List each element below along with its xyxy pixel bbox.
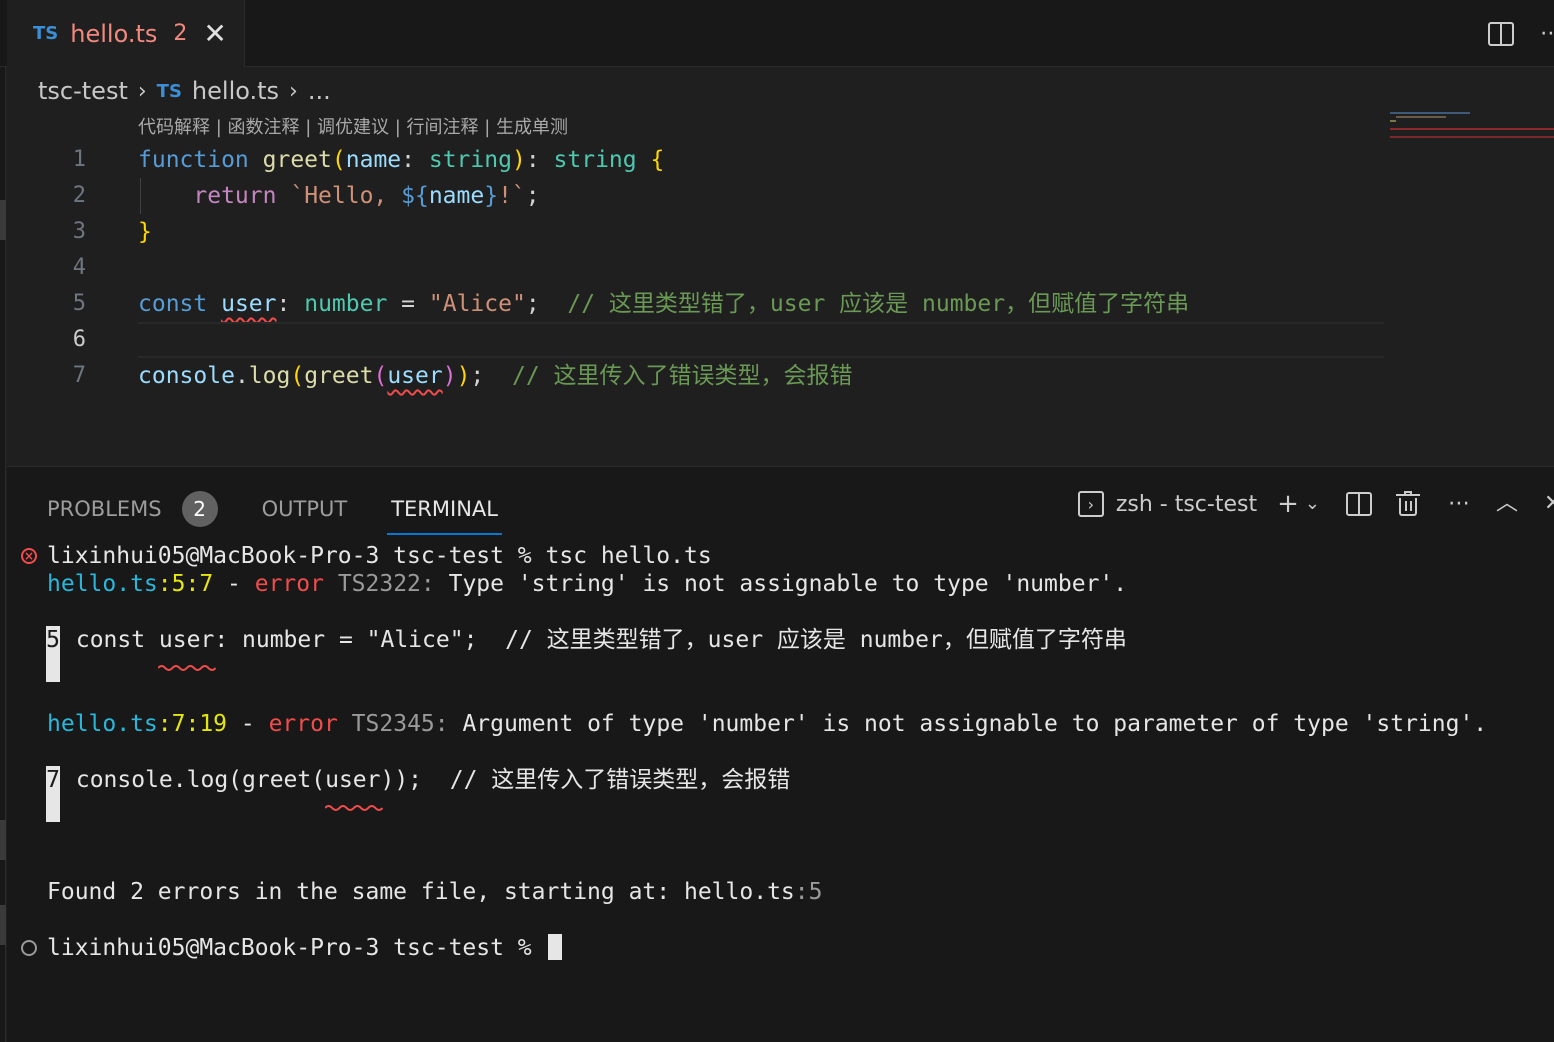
tab-problem-count: 2 bbox=[173, 21, 188, 46]
error-squiggle[interactable]: user bbox=[221, 291, 276, 317]
tab-terminal[interactable]: TERMINAL bbox=[387, 489, 502, 535]
command-error-icon[interactable]: × bbox=[21, 548, 37, 564]
split-editor-icon[interactable] bbox=[1488, 21, 1514, 46]
line-number: 7 bbox=[72, 363, 86, 388]
editor-actions: ⋯ bbox=[1488, 0, 1554, 67]
scroll-marker bbox=[0, 820, 6, 860]
terminal-line-number-gutter: 7 bbox=[46, 766, 60, 822]
typescript-file-icon: TS bbox=[33, 23, 59, 44]
breadcrumb: tsc-test › TS hello.ts › ... bbox=[38, 74, 331, 108]
terminal-code-snippet: const user: number = "Alice"; // 这里类型错了，… bbox=[62, 627, 1127, 653]
panel-actions: › zsh - tsc-test + ⌄ ⋯ ︿ ✕ bbox=[1077, 485, 1554, 523]
code-line-1: 1 function greet(name: string): string { bbox=[0, 142, 1384, 178]
trash-icon[interactable] bbox=[1395, 491, 1420, 516]
line-number: 3 bbox=[72, 219, 86, 244]
terminal-prompt[interactable]: lixinhui05@MacBook-Pro-3 tsc-test % bbox=[47, 934, 562, 962]
tab-problems[interactable]: PROBLEMS 2 bbox=[47, 489, 218, 529]
bottom-panel: PROBLEMS 2 OUTPUT TERMINAL › zsh - tsc-t… bbox=[7, 466, 1554, 1042]
code-line-4: 4 bbox=[0, 250, 1384, 286]
code-line-5: 5 const user: number = "Alice"; // 这里类型错… bbox=[0, 286, 1384, 322]
current-line-highlight bbox=[138, 322, 1384, 358]
breadcrumb-file[interactable]: hello.ts bbox=[192, 77, 279, 105]
chevron-up-icon[interactable]: ︿ bbox=[1496, 493, 1518, 515]
terminal-line-number-gutter: 5 bbox=[46, 626, 60, 682]
chevron-right-icon: › bbox=[137, 78, 147, 104]
error-squiggle bbox=[158, 665, 216, 671]
scroll-marker bbox=[0, 905, 6, 945]
panel-tab-bar: PROBLEMS 2 OUTPUT TERMINAL bbox=[47, 489, 542, 535]
problems-count-badge: 2 bbox=[181, 491, 218, 527]
more-actions-icon[interactable]: ⋯ bbox=[1448, 493, 1470, 515]
editor-tab-bar: TS hello.ts 2 ✕ ⋯ bbox=[0, 0, 1554, 67]
terminal-error-line: hello.ts:5:7 - error TS2322: Type 'strin… bbox=[47, 571, 1128, 597]
close-panel-icon[interactable]: ✕ bbox=[1544, 493, 1554, 515]
more-actions-icon[interactable]: ⋯ bbox=[1540, 21, 1554, 46]
code-line-3: 3 } bbox=[0, 214, 1384, 250]
terminal-cursor bbox=[547, 934, 562, 960]
terminal-icon: › bbox=[1077, 491, 1104, 517]
command-idle-icon[interactable] bbox=[21, 940, 37, 956]
line-number: 5 bbox=[72, 291, 86, 316]
editor-tab-hello-ts[interactable]: TS hello.ts 2 ✕ bbox=[7, 0, 245, 67]
line-number: 6 bbox=[72, 327, 86, 352]
minimap[interactable] bbox=[1390, 110, 1554, 142]
terminal-summary: Found 2 errors in the same file, startin… bbox=[47, 879, 823, 905]
typescript-file-icon: TS bbox=[156, 80, 182, 102]
line-number: 1 bbox=[72, 147, 86, 172]
code-line-6: 6 bbox=[0, 322, 1384, 358]
tab-filename: hello.ts bbox=[70, 19, 158, 48]
chevron-down-icon[interactable]: ⌄ bbox=[1305, 495, 1320, 513]
plus-icon[interactable]: + bbox=[1277, 491, 1299, 517]
codelens-actions[interactable]: 代码解释 | 函数注释 | 调优建议 | 行间注释 | 生成单测 bbox=[138, 113, 568, 139]
terminal-prompt: lixinhui05@MacBook-Pro-3 tsc-test % tsc … bbox=[47, 543, 712, 569]
line-number: 2 bbox=[72, 183, 86, 208]
terminal-error-line: hello.ts:7:19 - error TS2345: Argument o… bbox=[47, 711, 1488, 737]
terminal-code-snippet: console.log(greet(user)); // 这里传入了错误类型，会… bbox=[62, 767, 791, 793]
chevron-right-icon: › bbox=[289, 78, 298, 104]
tab-output[interactable]: OUTPUT bbox=[262, 489, 348, 529]
line-number: 4 bbox=[72, 255, 86, 280]
terminal-name[interactable]: zsh - tsc-test bbox=[1116, 492, 1257, 517]
breadcrumb-folder[interactable]: tsc-test bbox=[38, 77, 128, 105]
code-line-2: 2 return `Hello, ${name}!`; bbox=[0, 178, 1384, 214]
code-line-7: 7 console.log(greet(user)); // 这里传入了错误类型… bbox=[0, 358, 1384, 394]
close-icon[interactable]: ✕ bbox=[203, 19, 226, 48]
error-squiggle[interactable]: user bbox=[387, 363, 442, 389]
split-terminal-icon[interactable] bbox=[1345, 492, 1372, 516]
breadcrumb-symbols[interactable]: ... bbox=[308, 77, 331, 105]
error-squiggle bbox=[325, 805, 383, 811]
